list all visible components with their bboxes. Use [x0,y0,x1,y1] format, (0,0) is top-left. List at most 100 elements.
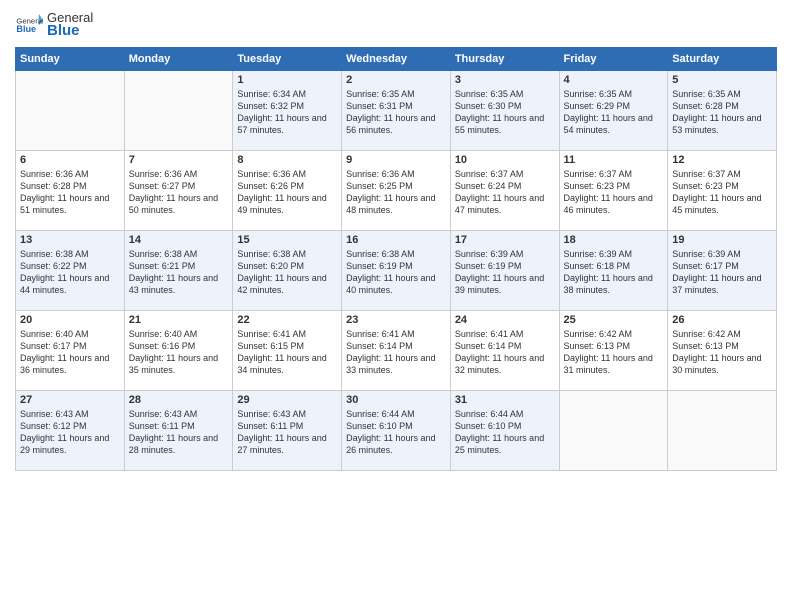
calendar-cell: 27 Sunrise: 6:43 AM Sunset: 6:12 PM Dayli… [16,391,125,471]
calendar-cell: 29Sunrise: 6:43 AM Sunset: 6:11 PM Dayli… [233,391,342,471]
cell-info: Sunrise: 6:41 AM Sunset: 6:14 PM Dayligh… [455,328,555,377]
cell-info: Sunrise: 6:36 AM Sunset: 6:27 PM Dayligh… [129,168,229,217]
calendar-cell: 12Sunrise: 6:37 AM Sunset: 6:23 PM Dayli… [668,151,777,231]
calendar-cell [124,71,233,151]
day-number: 23 [346,314,446,326]
calendar-cell: 11Sunrise: 6:37 AM Sunset: 6:23 PM Dayli… [559,151,668,231]
day-number: 2 [346,74,446,86]
calendar-cell: 17Sunrise: 6:39 AM Sunset: 6:19 PM Dayli… [450,231,559,311]
cell-info: Sunrise: 6:37 AM Sunset: 6:24 PM Dayligh… [455,168,555,217]
day-number: 8 [237,154,337,166]
day-number: 7 [129,154,229,166]
calendar-cell: 26 Sunrise: 6:42 AM Sunset: 6:13 PM Dayli… [668,311,777,391]
day-number: 30 [346,394,446,406]
calendar-cell: 15Sunrise: 6:38 AM Sunset: 6:20 PM Dayli… [233,231,342,311]
day-header-wednesday: Wednesday [342,48,451,71]
day-number: 16 [346,234,446,246]
calendar-cell: 2 Sunrise: 6:35 AM Sunset: 6:31 PM Daylig… [342,71,451,151]
svg-text:Blue: Blue [16,24,36,34]
calendar-cell: 16 Sunrise: 6:38 AM Sunset: 6:19 PM Dayli… [342,231,451,311]
calendar-cell: 18 Sunrise: 6:39 AM Sunset: 6:18 PM Dayli… [559,231,668,311]
cell-info: Sunrise: 6:39 AM Sunset: 6:19 PM Dayligh… [455,248,555,297]
day-number: 9 [346,154,446,166]
calendar-cell: 20 Sunrise: 6:40 AM Sunset: 6:17 PM Dayli… [16,311,125,391]
day-number: 6 [20,154,120,166]
cell-info: Sunrise: 6:42 AM Sunset: 6:13 PM Dayligh… [672,328,772,377]
calendar-cell: 8 Sunrise: 6:36 AM Sunset: 6:26 PM Daylig… [233,151,342,231]
calendar-cell: 9 Sunrise: 6:36 AM Sunset: 6:25 PM Daylig… [342,151,451,231]
calendar-cell: 30 Sunrise: 6:44 AM Sunset: 6:10 PM Dayli… [342,391,451,471]
cell-info: Sunrise: 6:38 AM Sunset: 6:19 PM Dayligh… [346,248,446,297]
calendar-container: General Blue General Blue SundayMondayTu… [0,0,792,481]
day-number: 5 [672,74,772,86]
calendar-cell: 23 Sunrise: 6:41 AM Sunset: 6:14 PM Dayli… [342,311,451,391]
day-number: 22 [237,314,337,326]
day-header-saturday: Saturday [668,48,777,71]
cell-info: Sunrise: 6:44 AM Sunset: 6:10 PM Dayligh… [455,408,555,457]
calendar-cell [668,391,777,471]
cell-info: Sunrise: 6:41 AM Sunset: 6:14 PM Dayligh… [346,328,446,377]
cell-info: Sunrise: 6:38 AM Sunset: 6:21 PM Dayligh… [129,248,229,297]
day-number: 28 [129,394,229,406]
day-number: 13 [20,234,120,246]
day-header-thursday: Thursday [450,48,559,71]
cell-info: Sunrise: 6:39 AM Sunset: 6:18 PM Dayligh… [564,248,664,297]
day-number: 1 [237,74,337,86]
day-number: 24 [455,314,555,326]
calendar-cell: 25 Sunrise: 6:42 AM Sunset: 6:13 PM Dayli… [559,311,668,391]
day-number: 18 [564,234,664,246]
cell-info: Sunrise: 6:36 AM Sunset: 6:26 PM Dayligh… [237,168,337,217]
day-header-tuesday: Tuesday [233,48,342,71]
calendar-cell [559,391,668,471]
cell-info: Sunrise: 6:42 AM Sunset: 6:13 PM Dayligh… [564,328,664,377]
logo: General Blue General Blue [15,10,93,39]
calendar-cell: 13 Sunrise: 6:38 AM Sunset: 6:22 PM Dayli… [16,231,125,311]
day-number: 21 [129,314,229,326]
cell-info: Sunrise: 6:40 AM Sunset: 6:17 PM Dayligh… [20,328,120,377]
day-number: 15 [237,234,337,246]
calendar-cell: 28 Sunrise: 6:43 AM Sunset: 6:11 PM Dayli… [124,391,233,471]
cell-info: Sunrise: 6:35 AM Sunset: 6:30 PM Dayligh… [455,88,555,137]
calendar-header: General Blue General Blue [15,10,777,39]
day-number: 20 [20,314,120,326]
day-number: 29 [237,394,337,406]
cell-info: Sunrise: 6:36 AM Sunset: 6:25 PM Dayligh… [346,168,446,217]
day-header-sunday: Sunday [16,48,125,71]
day-number: 25 [564,314,664,326]
day-header-friday: Friday [559,48,668,71]
week-row-1: 1 Sunrise: 6:34 AM Sunset: 6:32 PM Daylig… [16,71,777,151]
cell-info: Sunrise: 6:43 AM Sunset: 6:11 PM Dayligh… [129,408,229,457]
day-number: 10 [455,154,555,166]
cell-info: Sunrise: 6:38 AM Sunset: 6:22 PM Dayligh… [20,248,120,297]
calendar-cell: 1 Sunrise: 6:34 AM Sunset: 6:32 PM Daylig… [233,71,342,151]
cell-info: Sunrise: 6:39 AM Sunset: 6:17 PM Dayligh… [672,248,772,297]
cell-info: Sunrise: 6:40 AM Sunset: 6:16 PM Dayligh… [129,328,229,377]
week-row-4: 20 Sunrise: 6:40 AM Sunset: 6:17 PM Dayli… [16,311,777,391]
calendar-cell [16,71,125,151]
cell-info: Sunrise: 6:43 AM Sunset: 6:12 PM Dayligh… [20,408,120,457]
calendar-cell: 19 Sunrise: 6:39 AM Sunset: 6:17 PM Dayli… [668,231,777,311]
cell-info: Sunrise: 6:37 AM Sunset: 6:23 PM Dayligh… [672,168,772,217]
day-header-monday: Monday [124,48,233,71]
day-number: 26 [672,314,772,326]
day-number: 14 [129,234,229,246]
cell-info: Sunrise: 6:44 AM Sunset: 6:10 PM Dayligh… [346,408,446,457]
day-number: 19 [672,234,772,246]
day-number: 11 [564,154,664,166]
calendar-cell: 31Sunrise: 6:44 AM Sunset: 6:10 PM Dayli… [450,391,559,471]
calendar-cell: 5Sunrise: 6:35 AM Sunset: 6:28 PM Daylig… [668,71,777,151]
calendar-cell: 7 Sunrise: 6:36 AM Sunset: 6:27 PM Daylig… [124,151,233,231]
cell-info: Sunrise: 6:41 AM Sunset: 6:15 PM Dayligh… [237,328,337,377]
calendar-table: SundayMondayTuesdayWednesdayThursdayFrid… [15,47,777,471]
calendar-cell: 3 Sunrise: 6:35 AM Sunset: 6:30 PM Daylig… [450,71,559,151]
day-number: 4 [564,74,664,86]
cell-info: Sunrise: 6:35 AM Sunset: 6:31 PM Dayligh… [346,88,446,137]
week-row-2: 6Sunrise: 6:36 AM Sunset: 6:28 PM Daylig… [16,151,777,231]
day-number: 27 [20,394,120,406]
calendar-cell: 22 Sunrise: 6:41 AM Sunset: 6:15 PM Dayli… [233,311,342,391]
cell-info: Sunrise: 6:34 AM Sunset: 6:32 PM Dayligh… [237,88,337,137]
calendar-cell: 24 Sunrise: 6:41 AM Sunset: 6:14 PM Dayli… [450,311,559,391]
week-row-5: 27 Sunrise: 6:43 AM Sunset: 6:12 PM Dayli… [16,391,777,471]
day-number: 3 [455,74,555,86]
week-row-3: 13 Sunrise: 6:38 AM Sunset: 6:22 PM Dayli… [16,231,777,311]
